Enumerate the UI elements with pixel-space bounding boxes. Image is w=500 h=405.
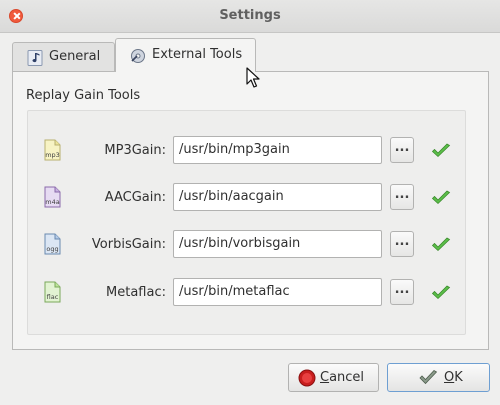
svg-text:ogg: ogg xyxy=(46,245,58,253)
ok-mnemonic: O xyxy=(444,370,455,385)
ok-check-icon xyxy=(419,369,438,385)
ok-button[interactable]: OK xyxy=(387,363,490,392)
cancel-icon xyxy=(298,369,316,387)
aacgain-label: AACGain: xyxy=(104,190,166,205)
ok-label: OK xyxy=(444,364,463,391)
cancel-mnemonic: C xyxy=(320,370,330,385)
mp3gain-label: MP3Gain: xyxy=(104,143,166,158)
tab-general[interactable]: General xyxy=(12,42,115,72)
tab-external-tools[interactable]: External Tools xyxy=(115,38,256,72)
metaflac-path-input[interactable]: /usr/bin/metaflac xyxy=(173,278,382,306)
metaflac-browse-button[interactable]: ... xyxy=(390,279,414,305)
title-bar: Settings xyxy=(0,0,500,33)
metaflac-label: Metaflac: xyxy=(106,285,166,300)
ok-label-rest: K xyxy=(454,370,463,385)
mp3-file-icon: mp3 xyxy=(44,139,61,161)
vorbisgain-label: VorbisGain: xyxy=(91,237,166,252)
music-note-icon xyxy=(27,50,43,66)
svg-text:m4a: m4a xyxy=(45,198,59,206)
aacgain-ok-check-icon xyxy=(431,190,451,205)
mp3gain-ok-check-icon xyxy=(431,143,451,158)
aacgain-browse-button[interactable]: ... xyxy=(390,184,414,210)
group-title: Replay Gain Tools xyxy=(26,88,141,103)
flac-file-icon: flac xyxy=(44,281,61,303)
cancel-label-rest: ancel xyxy=(329,370,365,385)
svg-text:mp3: mp3 xyxy=(45,151,60,159)
aacgain-path-input[interactable]: /usr/bin/aacgain xyxy=(173,183,382,211)
metaflac-ok-check-icon xyxy=(431,285,451,300)
vorbisgain-ok-check-icon xyxy=(431,237,451,252)
mp3gain-path-input[interactable]: /usr/bin/mp3gain xyxy=(173,136,382,164)
window-title: Settings xyxy=(219,8,281,23)
svg-text:flac: flac xyxy=(47,293,59,301)
vorbisgain-path-input[interactable]: /usr/bin/vorbisgain xyxy=(173,230,382,258)
m4a-file-icon: m4a xyxy=(44,186,61,208)
mouse-pointer-icon xyxy=(246,67,260,88)
cancel-label: Cancel xyxy=(320,364,364,391)
tab-general-label: General xyxy=(49,49,101,64)
cancel-button[interactable]: Cancel xyxy=(288,363,379,392)
ogg-file-icon: ogg xyxy=(44,233,61,255)
vorbisgain-browse-button[interactable]: ... xyxy=(390,231,414,257)
tab-external-tools-label: External Tools xyxy=(152,47,243,62)
tools-disc-icon xyxy=(131,49,145,63)
mp3gain-browse-button[interactable]: ... xyxy=(390,137,414,163)
